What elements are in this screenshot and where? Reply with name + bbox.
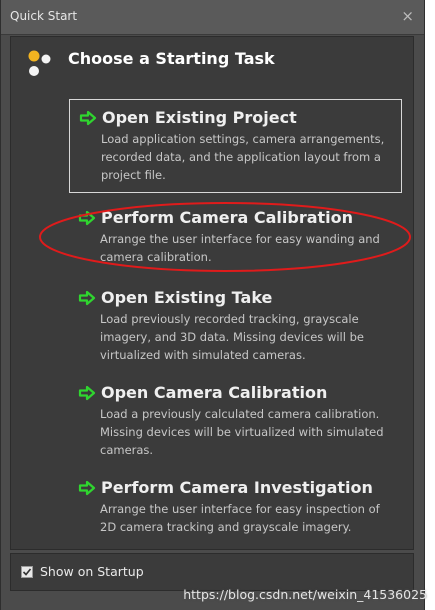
task-description: Arrange the user interface for easy wand… [100, 232, 380, 264]
arrow-right-icon [78, 385, 96, 400]
window-title: Quick Start [10, 9, 78, 23]
footer-bar: Show on Startup [10, 553, 414, 591]
task-open-camera-calibration[interactable]: Open Camera Calibration Load a previousl… [69, 375, 402, 467]
arrow-right-icon [79, 110, 97, 125]
title-bar: Quick Start × [1, 0, 424, 35]
show-on-startup-checkbox[interactable] [21, 566, 33, 578]
watermark-text: https://blog.csdn.net/weixin_41536025 [183, 587, 427, 602]
task-perform-camera-calibration[interactable]: Perform Camera Calibration Arrange the u… [69, 200, 402, 274]
arrow-right-icon [78, 480, 96, 495]
task-description: Load a previously calculated camera cali… [100, 407, 384, 457]
task-open-existing-project[interactable]: Open Existing Project Load application s… [69, 99, 402, 193]
checkmark-icon [22, 568, 32, 576]
arrow-right-icon [78, 290, 96, 305]
task-perform-camera-investigation[interactable]: Perform Camera Investigation Arrange the… [69, 470, 402, 544]
task-description: Load previously recorded tracking, grays… [100, 312, 364, 362]
close-icon[interactable]: × [401, 7, 414, 25]
task-description: Arrange the user interface for easy insp… [100, 502, 380, 534]
dots-cluster-icon [28, 50, 51, 76]
show-on-startup-label[interactable]: Show on Startup [40, 564, 144, 579]
task-title: Perform Camera Investigation [101, 478, 373, 497]
task-open-existing-take[interactable]: Open Existing Take Load previously recor… [69, 280, 402, 372]
task-title: Perform Camera Calibration [101, 208, 354, 227]
task-description: Load application settings, camera arrang… [101, 132, 385, 182]
quick-start-window: Quick Start × Choose a Starting Task Ope… [0, 0, 425, 610]
task-title: Open Existing Take [101, 288, 273, 307]
start-task-panel: Choose a Starting Task Open Existing Pro… [10, 36, 414, 550]
task-title: Open Existing Project [102, 108, 297, 127]
arrow-right-icon [78, 210, 96, 225]
panel-heading: Choose a Starting Task [68, 49, 275, 68]
task-title: Open Camera Calibration [101, 383, 328, 402]
